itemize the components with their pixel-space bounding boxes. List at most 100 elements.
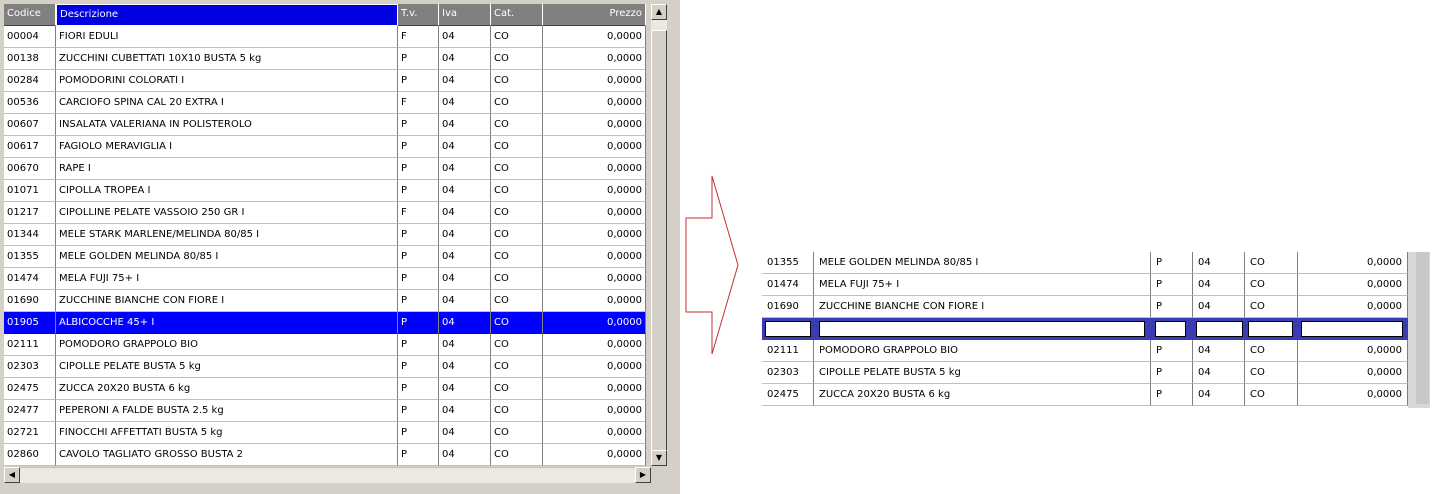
cell-iva[interactable]: 04 xyxy=(439,136,491,158)
vertical-scrollbar[interactable]: ▲ ▼ xyxy=(651,4,667,466)
cell-cat[interactable]: CO xyxy=(1245,384,1298,406)
cell-tv[interactable]: P xyxy=(1151,274,1193,296)
cell-tv[interactable]: P xyxy=(1151,340,1193,362)
cell-codice[interactable]: 01690 xyxy=(762,296,814,318)
cell-descrizione[interactable]: FIORI EDULI xyxy=(56,26,398,48)
cell-tv[interactable]: P xyxy=(398,158,439,180)
cell-cat[interactable]: CO xyxy=(491,48,543,70)
edit-iva-field[interactable] xyxy=(1196,321,1243,337)
cell-descrizione[interactable]: CIPOLLE PELATE BUSTA 5 kg xyxy=(814,362,1151,384)
cell-iva[interactable]: 04 xyxy=(439,422,491,444)
cell-prezzo[interactable]: 0,0000 xyxy=(543,444,646,466)
column-header-descrizione[interactable]: Descrizione xyxy=(56,4,398,26)
cell-cat[interactable]: CO xyxy=(491,334,543,356)
cell-cat[interactable]: CO xyxy=(491,224,543,246)
cell-descrizione[interactable]: INSALATA VALERIANA IN POLISTEROLO xyxy=(56,114,398,136)
table-row[interactable]: 00284 POMODORINI COLORATI I P 04 CO 0,0000 xyxy=(4,70,646,92)
cell-tv[interactable]: P xyxy=(398,378,439,400)
arrow-up-icon[interactable]: ▲ xyxy=(651,4,667,20)
table-row[interactable]: 02303 CIPOLLE PELATE BUSTA 5 kg P 04 CO 0,000… xyxy=(4,356,646,378)
cell-iva[interactable]: 04 xyxy=(439,26,491,48)
cell-cat[interactable]: CO xyxy=(491,400,543,422)
cell-tv[interactable]: P xyxy=(398,444,439,466)
cell-cat[interactable]: CO xyxy=(491,312,543,334)
cell-iva[interactable]: 04 xyxy=(1193,362,1245,384)
cell-prezzo[interactable]: 0,0000 xyxy=(1298,252,1408,274)
cell-codice[interactable]: 00138 xyxy=(4,48,56,70)
cell-codice[interactable]: 00670 xyxy=(4,158,56,180)
column-header-prezzo[interactable]: Prezzo xyxy=(543,4,646,26)
cell-tv[interactable]: P xyxy=(398,48,439,70)
horizontal-scroll-thumb[interactable] xyxy=(20,467,635,483)
table-row[interactable]: 00004 FIORI EDULI F 04 CO 0,0000 xyxy=(4,26,646,48)
cell-cat[interactable]: CO xyxy=(491,136,543,158)
cell-iva[interactable]: 04 xyxy=(1193,340,1245,362)
edit-descrizione-field[interactable] xyxy=(819,321,1145,337)
cell-iva[interactable]: 04 xyxy=(439,158,491,180)
cell-prezzo[interactable]: 0,0000 xyxy=(543,92,646,114)
cell-iva[interactable]: 04 xyxy=(439,246,491,268)
cell-prezzo[interactable]: 0,0000 xyxy=(543,48,646,70)
cell-codice[interactable]: 02303 xyxy=(4,356,56,378)
cell-tv[interactable]: P xyxy=(1151,252,1193,274)
cell-prezzo[interactable]: 0,0000 xyxy=(543,422,646,444)
cell-prezzo[interactable]: 0,0000 xyxy=(543,224,646,246)
cell-tv[interactable]: P xyxy=(398,114,439,136)
cell-iva[interactable]: 04 xyxy=(439,444,491,466)
cell-descrizione[interactable]: ALBICOCCHE 45+ I xyxy=(56,312,398,334)
cell-tv[interactable]: P xyxy=(398,400,439,422)
cell-tv[interactable]: P xyxy=(398,356,439,378)
cell-descrizione[interactable]: CIPOLLE PELATE BUSTA 5 kg xyxy=(56,356,398,378)
column-header-codice[interactable]: Codice xyxy=(4,4,56,26)
table-row[interactable]: 02475 ZUCCA 20X20 BUSTA 6 kg P 04 CO 0,0000 xyxy=(762,384,1408,406)
cell-cat[interactable]: CO xyxy=(491,356,543,378)
cell-tv[interactable]: P xyxy=(1151,296,1193,318)
cell-iva[interactable]: 04 xyxy=(439,92,491,114)
cell-descrizione[interactable]: MELA FUJI 75+ I xyxy=(814,274,1151,296)
cell-tv[interactable]: P xyxy=(398,180,439,202)
cell-cat[interactable]: CO xyxy=(1245,362,1298,384)
table-row[interactable]: 01690 ZUCCHINE BIANCHE CON FIORE I P 04 CO 0,… xyxy=(4,290,646,312)
cell-tv[interactable]: P xyxy=(398,246,439,268)
cell-iva[interactable]: 04 xyxy=(439,356,491,378)
cell-prezzo[interactable]: 0,0000 xyxy=(543,378,646,400)
cell-prezzo[interactable]: 0,0000 xyxy=(1298,274,1408,296)
cell-iva[interactable]: 04 xyxy=(1193,384,1245,406)
cell-codice[interactable]: 01355 xyxy=(4,246,56,268)
cell-codice[interactable]: 02111 xyxy=(762,340,814,362)
cell-descrizione[interactable]: MELA FUJI 75+ I xyxy=(56,268,398,290)
cell-prezzo[interactable]: 0,0000 xyxy=(543,180,646,202)
cell-tv[interactable]: F xyxy=(398,92,439,114)
cell-codice[interactable]: 02475 xyxy=(4,378,56,400)
cell-descrizione[interactable]: ZUCCHINE BIANCHE CON FIORE I xyxy=(814,296,1151,318)
cell-codice[interactable]: 02475 xyxy=(762,384,814,406)
table-row[interactable]: 01905 ALBICOCCHE 45+ I P 04 CO 0,0000 xyxy=(4,312,646,334)
cell-descrizione[interactable]: ZUCCHINI CUBETTATI 10X10 BUSTA 5 kg xyxy=(56,48,398,70)
table-row[interactable]: 00617 FAGIOLO MERAVIGLIA I P 04 CO 0,0000 xyxy=(4,136,646,158)
cell-prezzo[interactable]: 0,0000 xyxy=(543,312,646,334)
cell-prezzo[interactable]: 0,0000 xyxy=(543,202,646,224)
cell-cat[interactable]: CO xyxy=(491,92,543,114)
cell-tv[interactable]: P xyxy=(398,70,439,92)
cell-cat[interactable]: CO xyxy=(491,180,543,202)
table-row[interactable]: 01355 MELE GOLDEN MELINDA 80/85 I P 04 CO 0,0… xyxy=(4,246,646,268)
vertical-scroll-thumb[interactable] xyxy=(651,30,667,454)
cell-prezzo[interactable]: 0,0000 xyxy=(543,356,646,378)
cell-iva[interactable]: 04 xyxy=(439,268,491,290)
cell-cat[interactable]: CO xyxy=(491,378,543,400)
cell-descrizione[interactable]: CIPOLLA TROPEA I xyxy=(56,180,398,202)
cell-descrizione[interactable]: FINOCCHI AFFETTATI BUSTA 5 kg xyxy=(56,422,398,444)
cell-cat[interactable]: CO xyxy=(491,422,543,444)
column-header-iva[interactable]: Iva xyxy=(439,4,491,26)
cell-tv[interactable]: P xyxy=(398,224,439,246)
edit-prezzo-field[interactable] xyxy=(1301,321,1403,337)
table-row[interactable]: 01690 ZUCCHINE BIANCHE CON FIORE I P 04 CO 0,… xyxy=(762,296,1408,318)
cell-descrizione[interactable]: MELE GOLDEN MELINDA 80/85 I xyxy=(56,246,398,268)
cell-cat[interactable]: CO xyxy=(491,26,543,48)
cell-descrizione[interactable]: CARCIOFO SPINA CAL 20 EXTRA I xyxy=(56,92,398,114)
cell-tv[interactable]: P xyxy=(1151,384,1193,406)
cell-descrizione[interactable]: FAGIOLO MERAVIGLIA I xyxy=(56,136,398,158)
table-row[interactable]: 02111 POMODORO GRAPPOLO BIO P 04 CO 0,0000 xyxy=(762,340,1408,362)
table-row[interactable]: 02477 PEPERONI A FALDE BUSTA 2.5 kg P 04 CO 0… xyxy=(4,400,646,422)
cell-iva[interactable]: 04 xyxy=(439,114,491,136)
